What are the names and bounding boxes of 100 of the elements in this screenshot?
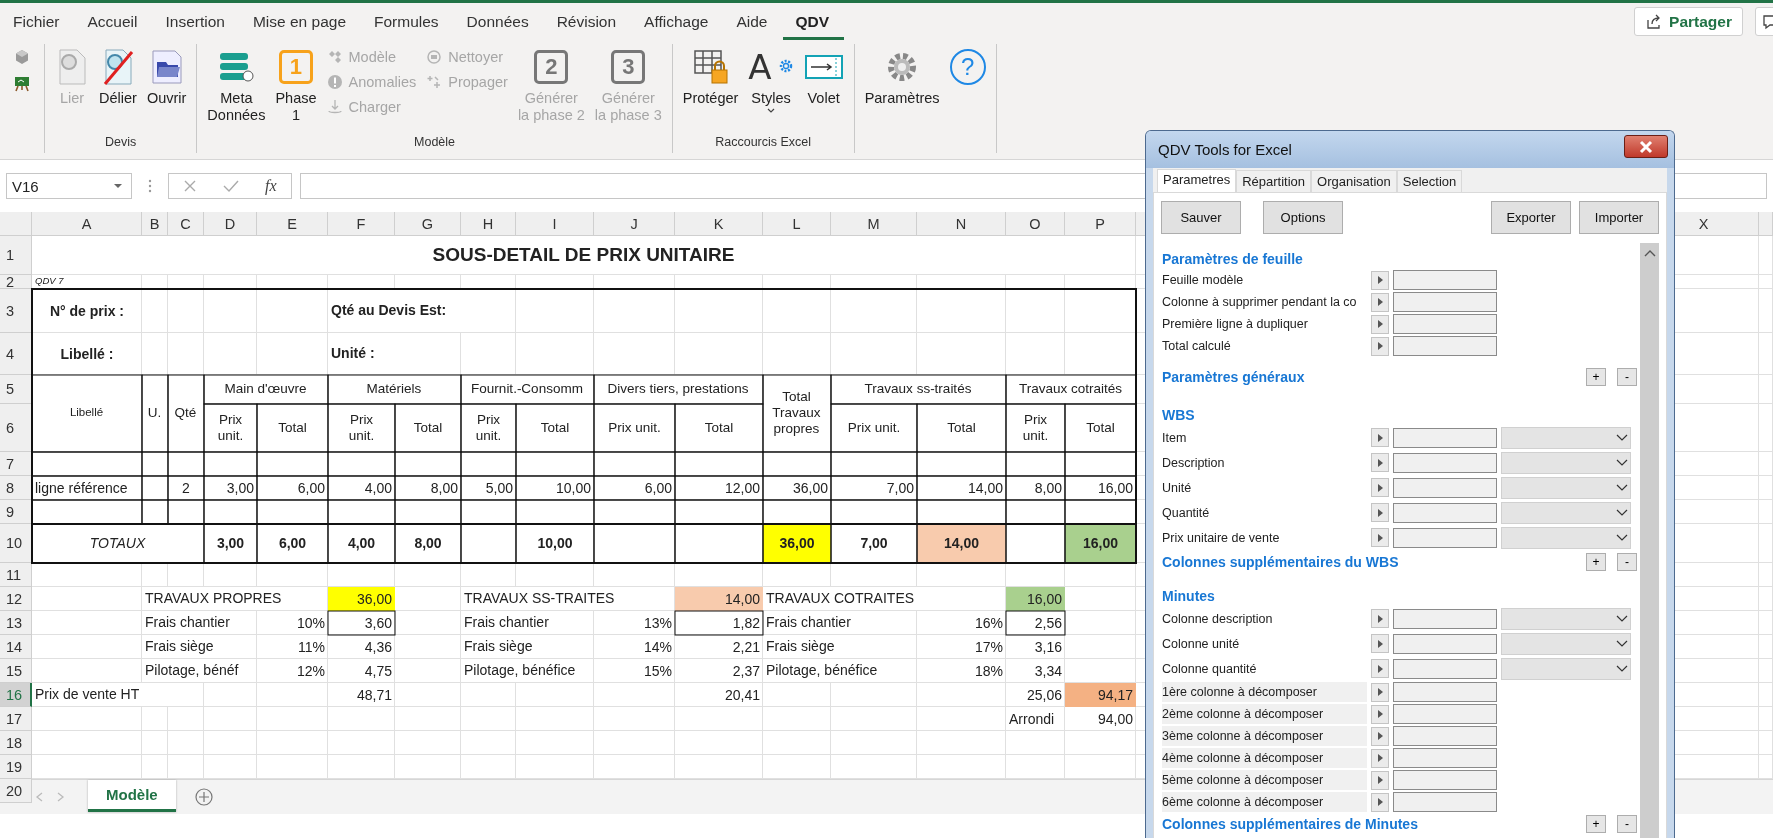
add-remove-button[interactable]: - [1617, 368, 1638, 386]
dropdown-field[interactable] [1501, 476, 1631, 499]
row-header[interactable]: 4 [0, 333, 32, 375]
panel-tab[interactable]: Organisation [1311, 170, 1397, 192]
add-remove-button[interactable]: - [1617, 815, 1638, 833]
ribbon-button[interactable]: Délier [95, 44, 141, 109]
sheet-tab[interactable]: Modèle [88, 780, 176, 812]
panel-button[interactable]: Sauver [1161, 201, 1241, 234]
panel-button[interactable]: Exporter [1491, 201, 1571, 234]
column-header[interactable]: D [204, 212, 257, 236]
panel-tab[interactable]: Selection [1396, 170, 1463, 192]
add-sheet-icon[interactable] [193, 787, 214, 807]
dropdown-field[interactable] [1501, 501, 1631, 524]
pick-button[interactable] [1371, 503, 1389, 522]
pick-button[interactable] [1371, 478, 1389, 497]
dropdown-field[interactable] [1501, 451, 1631, 474]
ribbon-tab[interactable]: Mise en page [239, 3, 361, 40]
column-header[interactable]: H [461, 212, 516, 236]
input-field[interactable] [1393, 427, 1497, 448]
column-header[interactable]: M [831, 212, 917, 236]
input-field[interactable] [1393, 792, 1497, 812]
input-field[interactable] [1393, 502, 1497, 523]
row-header[interactable]: 12 [0, 587, 32, 611]
easel-icon[interactable] [13, 74, 31, 92]
column-header[interactable]: I [516, 212, 594, 236]
pick-button[interactable] [1371, 770, 1389, 790]
dropdown-field[interactable] [1501, 526, 1631, 549]
pick-button[interactable] [1371, 726, 1389, 746]
row-header[interactable]: 15 [0, 659, 32, 683]
input-field[interactable] [1393, 270, 1497, 290]
name-box[interactable]: V16 [6, 173, 132, 199]
column-header[interactable]: X [1675, 212, 1759, 236]
column-header[interactable]: E [257, 212, 328, 236]
dropdown-field[interactable] [1501, 657, 1631, 680]
panel-tab[interactable]: Parametres [1157, 169, 1237, 192]
ribbon-button[interactable]: 1 Phase 1 [271, 44, 321, 126]
row-header[interactable]: 2 [0, 275, 32, 289]
pick-button[interactable] [1371, 792, 1389, 812]
ribbon-button[interactable]: Ouvrir [142, 44, 191, 109]
cube-icon[interactable] [13, 48, 31, 66]
dropdown-field[interactable] [1501, 426, 1631, 449]
column-header[interactable]: F [328, 212, 395, 236]
input-field[interactable] [1393, 770, 1497, 790]
row-header[interactable]: 11 [0, 563, 32, 587]
add-remove-button[interactable]: + [1586, 815, 1607, 833]
close-button[interactable] [1624, 135, 1668, 158]
pick-button[interactable] [1371, 748, 1389, 768]
pick-button[interactable] [1371, 659, 1389, 678]
pick-button[interactable] [1371, 428, 1389, 447]
row-header[interactable]: 20 [0, 779, 32, 803]
ribbon-tab[interactable]: Insertion [152, 3, 240, 40]
row-header[interactable]: 16 [0, 683, 32, 707]
row-header[interactable]: 6 [0, 404, 32, 452]
ribbon-button[interactable]: Meta Données [203, 44, 270, 126]
input-field[interactable] [1393, 292, 1497, 312]
input-field[interactable] [1393, 477, 1497, 498]
pick-button[interactable] [1371, 682, 1389, 702]
scrollbar[interactable] [1640, 243, 1659, 838]
ribbon-tab[interactable]: Fichier [0, 3, 75, 40]
input-field[interactable] [1393, 748, 1497, 768]
scroll-up-icon[interactable] [1643, 249, 1656, 257]
input-field[interactable] [1393, 527, 1497, 548]
column-header[interactable]: K [675, 212, 763, 236]
ribbon-tab[interactable]: Accueil [74, 3, 153, 40]
pick-button[interactable] [1371, 704, 1389, 724]
column-header[interactable]: C [168, 212, 204, 236]
column-header[interactable]: L [763, 212, 831, 236]
row-header[interactable]: 1 [0, 236, 32, 275]
input-field[interactable] [1393, 726, 1497, 746]
pick-button[interactable] [1371, 336, 1389, 356]
input-field[interactable] [1393, 314, 1497, 334]
add-remove-button[interactable]: + [1586, 553, 1607, 571]
pick-button[interactable] [1371, 609, 1389, 628]
ribbon-button[interactable]: A Styles [744, 44, 798, 117]
column-header[interactable]: N [917, 212, 1006, 236]
row-header[interactable]: 19 [0, 755, 32, 779]
row-header[interactable]: 7 [0, 452, 32, 476]
panel-button[interactable]: Options [1263, 201, 1343, 234]
input-field[interactable] [1393, 704, 1497, 724]
pick-button[interactable] [1371, 634, 1389, 653]
row-header[interactable]: 9 [0, 500, 32, 524]
input-field[interactable] [1393, 608, 1497, 629]
dropdown-field[interactable] [1501, 632, 1631, 655]
pick-button[interactable] [1371, 453, 1389, 472]
row-header[interactable]: 14 [0, 635, 32, 659]
ribbon-tab[interactable]: Aide [723, 3, 783, 40]
ribbon-tab[interactable]: Données [453, 3, 544, 40]
pick-button[interactable] [1371, 528, 1389, 547]
row-header[interactable]: 5 [0, 375, 32, 404]
dropdown-field[interactable] [1501, 607, 1631, 630]
ribbon-tab[interactable]: Révision [543, 3, 632, 40]
pick-button[interactable] [1371, 270, 1389, 290]
column-header[interactable]: G [395, 212, 461, 236]
input-field[interactable] [1393, 336, 1497, 356]
row-header[interactable]: 10 [0, 524, 32, 563]
ribbon-button[interactable]: Volet [799, 44, 848, 109]
row-header[interactable]: 18 [0, 731, 32, 755]
input-field[interactable] [1393, 682, 1497, 702]
panel-button[interactable]: Importer [1579, 201, 1659, 234]
check-icon[interactable] [223, 179, 239, 193]
